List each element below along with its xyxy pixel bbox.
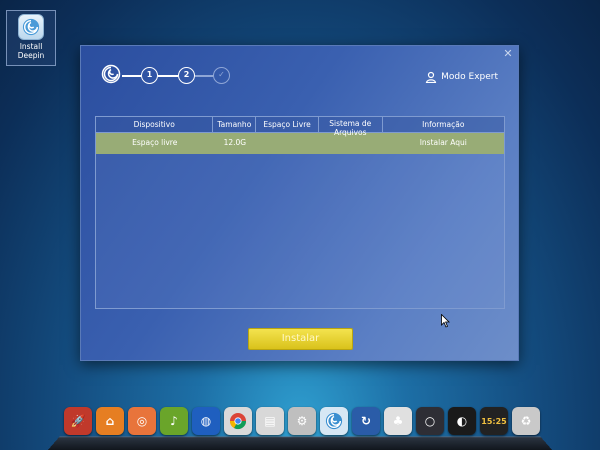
deepin-logo-icon bbox=[18, 14, 44, 40]
column-header: Sistema de Arquivos bbox=[319, 117, 383, 137]
cell-info: Instalar Aqui bbox=[419, 138, 467, 147]
search-icon[interactable]: ○ bbox=[416, 407, 444, 435]
clock-text: 15:25 bbox=[481, 416, 507, 426]
step-1: 1 bbox=[141, 67, 158, 84]
partition-table: Dispositivo Tamanho Espaço Livre Sistema… bbox=[95, 116, 505, 309]
expert-mode-button[interactable]: Modo Expert bbox=[425, 71, 498, 83]
software-center-icon[interactable]: ⌂ bbox=[96, 407, 124, 435]
table-row[interactable]: Espaço livre 12.0G Instalar Aqui bbox=[96, 133, 504, 154]
rocket-launcher-icon[interactable]: 🚀 bbox=[64, 407, 92, 435]
trash-icon[interactable]: ♻ bbox=[512, 407, 540, 435]
music-player-icon[interactable]: ◎ bbox=[128, 407, 156, 435]
step-2: 2 bbox=[178, 67, 195, 84]
chrome-icon[interactable] bbox=[224, 407, 252, 435]
update-icon[interactable]: ↻ bbox=[352, 407, 380, 435]
step-connector bbox=[122, 75, 141, 77]
deepin-logo-icon bbox=[101, 64, 121, 84]
column-header: Tamanho bbox=[213, 117, 257, 132]
dock-icons: 🚀 ⌂ ◎ ♪ ◍ ▤ ⚙ ↻ ♣ ○ ◐ 15:25 ♻ bbox=[64, 407, 540, 435]
dock-shelf bbox=[47, 436, 553, 450]
close-icon[interactable]: ✕ bbox=[502, 48, 514, 60]
mouse-cursor-icon bbox=[441, 314, 450, 328]
cell-device: Espaço livre bbox=[132, 138, 178, 147]
terminal-icon[interactable]: ♣ bbox=[384, 407, 412, 435]
dock: 🚀 ⌂ ◎ ♪ ◍ ▤ ⚙ ↻ ♣ ○ ◐ 15:25 ♻ bbox=[47, 407, 553, 450]
step-connector bbox=[195, 75, 213, 77]
cell-size: 12.0G bbox=[223, 138, 247, 147]
system-settings-icon[interactable]: ⚙ bbox=[288, 407, 316, 435]
user-icon bbox=[425, 71, 437, 83]
installer-window: ✕ 1 2 ✓ Modo Expert Dispositivo Tamanho … bbox=[80, 45, 519, 361]
expert-mode-label: Modo Expert bbox=[441, 72, 498, 82]
step-connector bbox=[158, 75, 178, 77]
install-deepin-shortcut[interactable]: Install Deepin bbox=[6, 10, 56, 66]
clock-icon[interactable]: 15:25 bbox=[480, 407, 508, 435]
deepin-music-icon[interactable]: ♪ bbox=[160, 407, 188, 435]
install-button[interactable]: Instalar bbox=[248, 328, 353, 350]
cell-filesystem bbox=[319, 133, 383, 154]
file-manager-icon[interactable]: ▤ bbox=[256, 407, 284, 435]
cell-free-space bbox=[256, 133, 319, 154]
column-header: Espaço Livre bbox=[256, 117, 319, 132]
column-header: Dispositivo bbox=[96, 117, 214, 132]
step-progress: 1 2 ✓ bbox=[101, 62, 241, 86]
table-header: Dispositivo Tamanho Espaço Livre Sistema… bbox=[96, 117, 504, 137]
column-header: Informação bbox=[422, 120, 465, 129]
shortcut-label: Install Deepin bbox=[17, 42, 45, 60]
deepin-movie-icon[interactable]: ◐ bbox=[448, 407, 476, 435]
deepin-installer-icon[interactable] bbox=[320, 407, 348, 435]
browser-globe-icon[interactable]: ◍ bbox=[192, 407, 220, 435]
step-done-check-icon: ✓ bbox=[213, 67, 230, 84]
